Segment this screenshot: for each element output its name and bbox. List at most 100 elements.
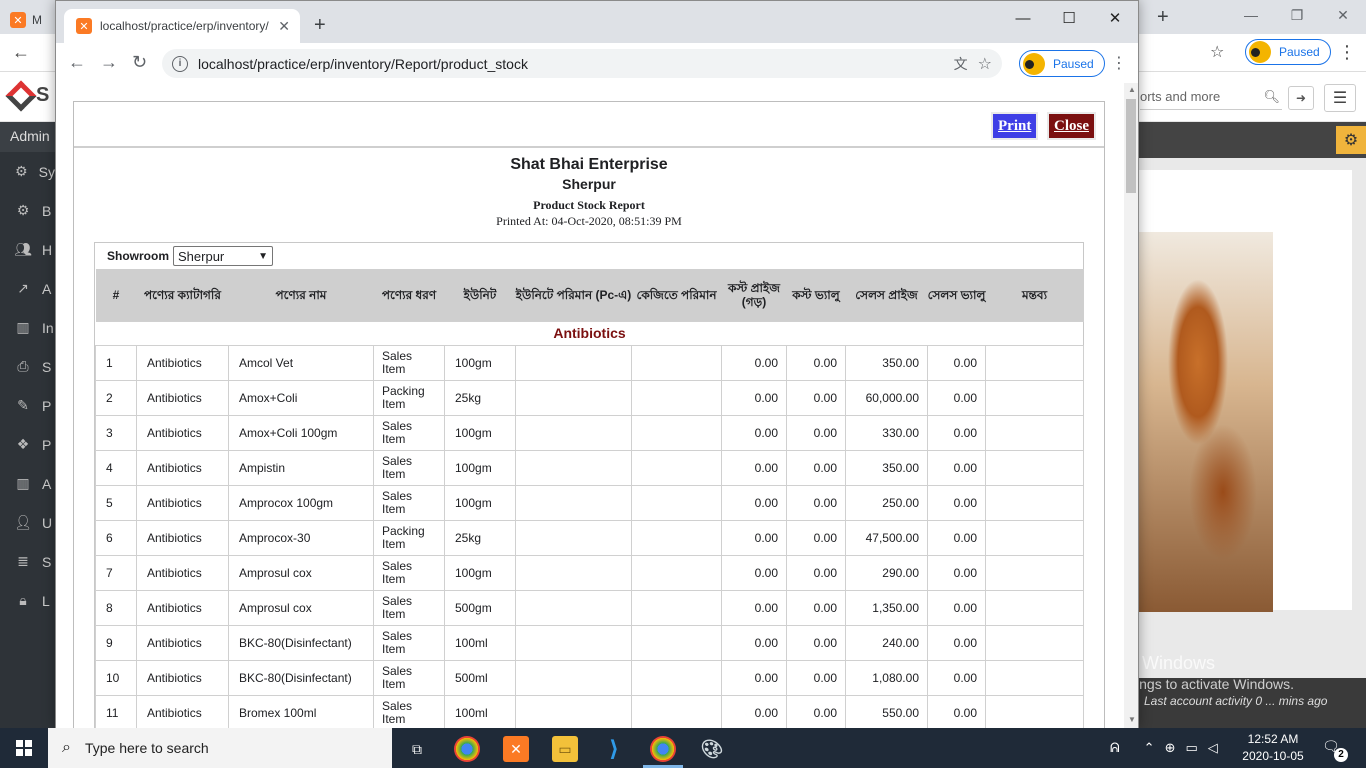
sidebar-item[interactable]: 👥︎ H xyxy=(0,230,55,269)
sidebar-item[interactable]: ⎙︎ S xyxy=(0,347,55,386)
back-arrow-icon[interactable]: ← xyxy=(12,42,30,63)
cell-empty xyxy=(631,414,722,451)
maximize-icon[interactable]: ☐ xyxy=(1046,1,1092,35)
cell-unit: 100gm xyxy=(444,344,516,381)
translate-icon[interactable]: 文 xyxy=(954,54,968,74)
stock-table-container: Showroom Sherpur ▼ # পণ্যের ক্যাটাগরি পণ্য… xyxy=(94,242,1084,729)
cell-sales-price: 1,080.00 xyxy=(845,659,928,696)
logout-icon[interactable]: ➜ xyxy=(1288,86,1314,110)
sidebar-item[interactable]: ≣︎ S xyxy=(0,542,55,581)
table-row: 1 Antibiotics Amcol Vet Sales Item 100gm 0.00… xyxy=(95,344,1084,381)
chrome-icon[interactable] xyxy=(650,736,676,762)
minimize-icon[interactable]: — xyxy=(1000,1,1046,35)
site-info-icon[interactable]: i xyxy=(172,55,188,72)
sidebar-item[interactable]: ▥︎ A xyxy=(0,464,55,503)
forward-arrow-icon[interactable]: → xyxy=(100,52,118,73)
address-bar[interactable]: i localhost/practice/erp/inventory/Repor… xyxy=(162,49,1002,78)
table-row: 6 Antibiotics Amprocox-30 Packing Item 25kg 0… xyxy=(95,519,1084,556)
print-button[interactable]: Print xyxy=(991,112,1039,140)
category-row: Antibiotics xyxy=(95,320,1084,346)
people-icon[interactable]: ᕱ xyxy=(1110,740,1120,756)
cell-cost-price: 0.00 xyxy=(721,379,787,416)
close-button[interactable]: Close xyxy=(1047,112,1096,140)
search-icon[interactable]: 🔍︎ xyxy=(1263,89,1280,105)
language-icon[interactable]: ⊕ xyxy=(1165,740,1176,756)
bookmark-star-icon[interactable]: ☆ xyxy=(1210,42,1224,62)
file-explorer-icon[interactable]: ▭ xyxy=(552,736,578,762)
taskbar-search-box[interactable]: ⌕ Type here to search xyxy=(48,728,392,768)
sidebar-item-label: P xyxy=(42,436,52,453)
hamburger-menu-icon[interactable]: ☰ xyxy=(1324,84,1356,112)
cell-unit: 25kg xyxy=(444,379,516,416)
scrollbar-thumb[interactable] xyxy=(1126,99,1136,193)
sidebar-item-label: U xyxy=(42,514,53,531)
cell-type: Sales Item xyxy=(373,624,445,661)
paint-icon[interactable]: 🎨︎ xyxy=(699,736,725,762)
battery-icon[interactable]: ▭ xyxy=(1185,740,1197,756)
scroll-up-arrow-icon[interactable]: ▲ xyxy=(1128,85,1136,94)
new-tab-button[interactable]: + xyxy=(314,14,326,37)
start-button[interactable] xyxy=(0,728,48,768)
report-header: Shat Bhai Enterprise Sherpur Product Sto… xyxy=(74,148,1104,229)
showroom-select[interactable]: Sherpur ▼ xyxy=(173,246,273,266)
close-icon[interactable]: ✕ xyxy=(1320,0,1366,30)
reload-icon[interactable]: ↻ xyxy=(132,52,147,73)
column-header: পণ্যের ক্যাটাগরি xyxy=(136,269,229,321)
sidebar-item[interactable]: ❖︎ P xyxy=(0,425,55,464)
sidebar-item[interactable]: 🔒︎ L xyxy=(0,581,55,620)
background-tab[interactable]: ✕ M xyxy=(10,6,54,34)
cell-name: Amprocox 100gm xyxy=(228,484,374,521)
task-view-icon[interactable]: ⧉ xyxy=(404,736,430,762)
profile-paused-button[interactable]: Paused xyxy=(1019,50,1105,77)
restore-icon[interactable]: ❐ xyxy=(1274,0,1320,30)
browser-menu-icon[interactable]: ⋮ xyxy=(1338,42,1356,63)
cell-empty xyxy=(515,519,632,556)
new-tab-button[interactable]: + xyxy=(1157,6,1169,29)
sidebar-item[interactable]: ▥︎ In xyxy=(0,308,55,347)
cell-cost-price: 0.00 xyxy=(721,659,787,696)
popup-tab[interactable]: ✕ localhost/practice/erp/inventory/ ✕ xyxy=(64,9,300,43)
cell-empty xyxy=(515,624,632,661)
popup-tab-title: localhost/practice/erp/inventory/ xyxy=(100,19,269,33)
taskbar-search-placeholder: Type here to search xyxy=(84,740,209,756)
column-header: ইউনিটে পরিমান (Pc-এ) xyxy=(515,269,632,321)
page-viewport: Print Close Shat Bhai Enterprise Sherpur… xyxy=(56,83,1124,729)
vscode-icon[interactable]: ⟩ xyxy=(601,736,627,762)
xampp-icon[interactable]: ✕ xyxy=(503,736,529,762)
app-topbar-strip xyxy=(1138,122,1366,158)
cell-cost-value: 0.00 xyxy=(786,449,846,486)
cell-cost-value: 0.00 xyxy=(786,519,846,556)
cell-empty xyxy=(631,519,722,556)
scroll-down-arrow-icon[interactable]: ▼ xyxy=(1128,715,1136,724)
sidebar-item[interactable]: ✎︎ P xyxy=(0,386,55,425)
cell-empty xyxy=(631,554,722,591)
app-logo[interactable]: S xyxy=(5,79,49,112)
vertical-scrollbar[interactable]: ▲ ▼ xyxy=(1124,83,1138,729)
sidebar-item[interactable]: ⚙︎ B xyxy=(0,191,55,230)
sidebar-item-label: L xyxy=(42,592,50,609)
chrome-icon[interactable] xyxy=(454,736,480,762)
cell-type: Sales Item xyxy=(373,414,445,451)
system-clock[interactable]: 12:52 AM 2020-10-05 xyxy=(1238,731,1308,765)
app-search-input[interactable]: orts and more 🔍︎ xyxy=(1140,84,1282,110)
sidebar-item[interactable]: 👤︎ U xyxy=(0,503,55,542)
address-bar-url[interactable]: localhost/practice/erp/inventory/Report/… xyxy=(198,56,944,72)
bookmark-star-icon[interactable]: ☆ xyxy=(978,54,992,74)
chevron-up-icon[interactable]: ⌃ xyxy=(1144,740,1155,756)
close-icon[interactable]: ✕ xyxy=(1092,1,1138,35)
sorghum-photo xyxy=(1138,232,1273,612)
cell-empty xyxy=(631,379,722,416)
chevron-down-icon: ▼ xyxy=(258,250,268,262)
browser-menu-icon[interactable]: ⋮ xyxy=(1111,53,1127,73)
sidebar-item[interactable]: ↗︎ A xyxy=(0,269,55,308)
sidebar-item[interactable]: ⚙︎ Sy xyxy=(0,152,55,191)
back-arrow-icon[interactable]: ← xyxy=(68,52,86,73)
tab-close-icon[interactable]: ✕ xyxy=(278,18,290,35)
cell-empty xyxy=(985,414,1084,451)
cell-type: Sales Item xyxy=(373,554,445,591)
settings-gear-icon[interactable]: ⚙ xyxy=(1336,126,1366,154)
minimize-icon[interactable]: — xyxy=(1228,0,1274,30)
profile-paused-button[interactable]: Paused xyxy=(1245,39,1331,65)
volume-icon[interactable]: ◁ xyxy=(1208,740,1218,756)
cell-sales-value: 0.00 xyxy=(927,414,986,451)
